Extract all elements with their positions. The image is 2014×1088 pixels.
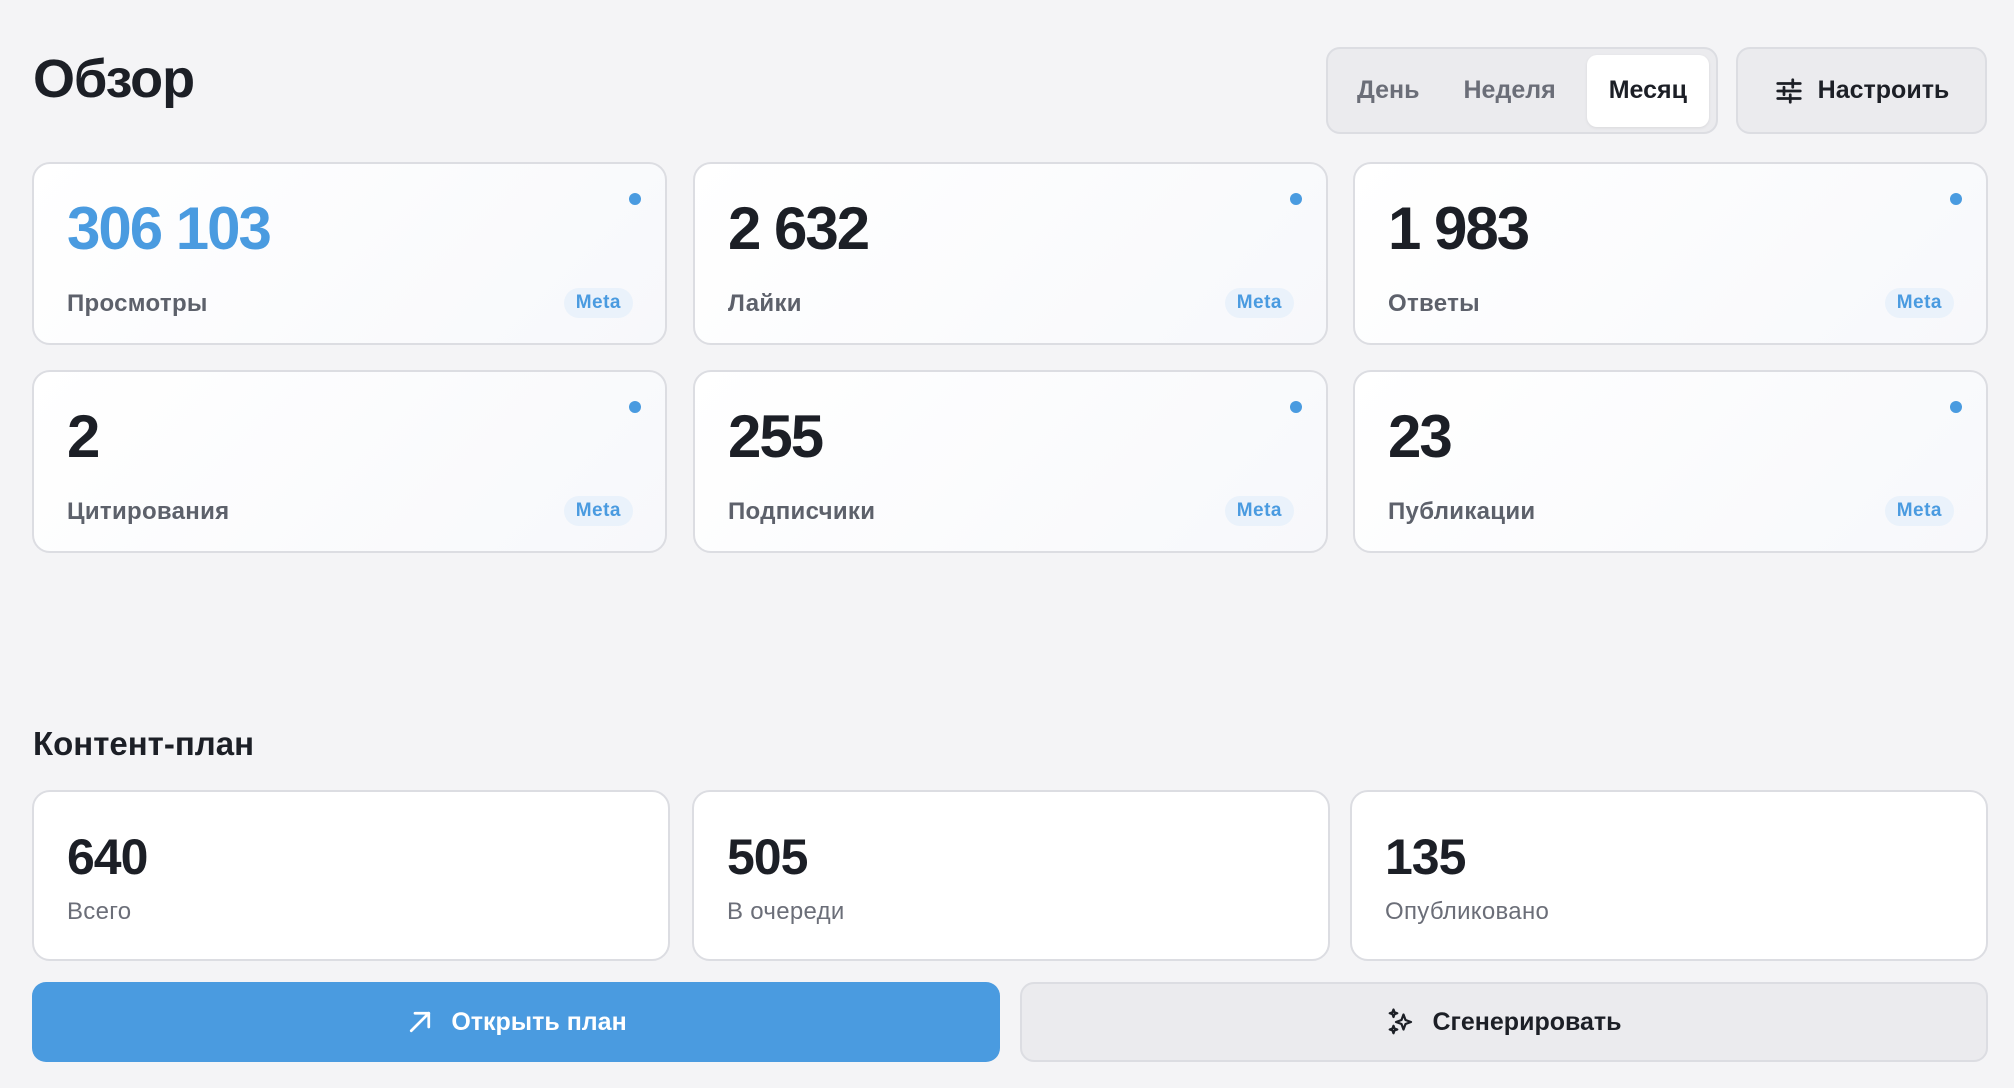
arrow-up-right-icon xyxy=(410,1011,431,1033)
stat-label: Просмотры xyxy=(67,290,208,317)
plan-label: Опубликовано xyxy=(1385,898,1550,925)
stat-card-quotes[interactable]: 2 Цитирования Meta xyxy=(32,370,667,553)
plan-card-published: 135 Опубликовано xyxy=(1350,790,1988,961)
source-badge: Meta xyxy=(1224,288,1294,318)
period-switch: День Неделя Месяц xyxy=(1326,47,1718,134)
source-badge: Meta xyxy=(1884,496,1954,526)
stat-card-replies[interactable]: 1 983 Ответы Meta xyxy=(1353,162,1988,345)
stat-value: 1 983 xyxy=(1388,195,1530,262)
plan-card-total: 640 Всего xyxy=(32,790,670,961)
generate-label: Сгенерировать xyxy=(1432,1007,1622,1036)
stat-label: Лайки xyxy=(728,290,802,317)
stat-label: Цитирования xyxy=(67,498,230,525)
open-plan-label: Открыть план xyxy=(451,1007,627,1036)
source-badge: Meta xyxy=(563,496,633,526)
stat-value: 306 103 xyxy=(67,195,272,262)
status-dot xyxy=(1950,193,1962,205)
plan-label: В очереди xyxy=(727,898,845,925)
period-day-button[interactable]: День xyxy=(1335,55,1442,127)
status-dot xyxy=(1950,401,1962,413)
configure-button[interactable]: Настроить xyxy=(1736,47,1987,134)
stat-card-likes[interactable]: 2 632 Лайки Meta xyxy=(693,162,1328,345)
status-dot xyxy=(629,401,641,413)
stat-card-views[interactable]: 306 103 Просмотры Meta xyxy=(32,162,667,345)
sliders-icon xyxy=(1776,77,1802,104)
stat-label: Подписчики xyxy=(728,498,876,525)
status-dot xyxy=(629,193,641,205)
stat-card-followers[interactable]: 255 Подписчики Meta xyxy=(693,370,1328,553)
status-dot xyxy=(1290,401,1302,413)
plan-card-queued: 505 В очереди xyxy=(692,790,1330,961)
period-month-button[interactable]: Месяц xyxy=(1586,54,1709,127)
source-badge: Meta xyxy=(1884,288,1954,318)
stat-value: 255 xyxy=(728,403,824,470)
plan-value: 135 xyxy=(1385,829,1466,885)
plan-label: Всего xyxy=(67,898,132,925)
stat-label: Публикации xyxy=(1388,498,1536,525)
page-title: Обзор xyxy=(33,49,195,109)
plan-value: 505 xyxy=(727,829,808,885)
status-dot xyxy=(1290,193,1302,205)
stat-value: 2 xyxy=(67,403,100,470)
stat-label: Ответы xyxy=(1388,290,1480,317)
generate-button[interactable]: Сгенерировать xyxy=(1020,982,1988,1062)
source-badge: Meta xyxy=(1224,496,1294,526)
configure-label: Настроить xyxy=(1817,76,1950,104)
stat-value: 23 xyxy=(1388,403,1453,470)
plan-value: 640 xyxy=(67,829,148,885)
period-week-button[interactable]: Неделя xyxy=(1442,55,1578,127)
source-badge: Meta xyxy=(563,288,633,318)
sparkles-icon xyxy=(1389,1008,1413,1035)
open-plan-button[interactable]: Открыть план xyxy=(32,982,1000,1062)
content-plan-title: Контент-план xyxy=(33,725,255,762)
stat-card-posts[interactable]: 23 Публикации Meta xyxy=(1353,370,1988,553)
stat-value: 2 632 xyxy=(728,195,870,262)
